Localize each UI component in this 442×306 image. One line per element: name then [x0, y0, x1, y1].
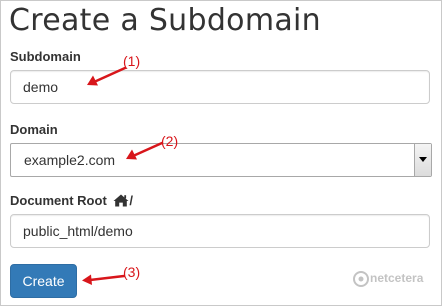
netcetera-logo-icon: netcetera	[353, 269, 437, 289]
annotation-step-3: (3)	[123, 264, 141, 280]
watermark-text: netcetera	[370, 271, 424, 285]
document-root-label: Document Root /	[10, 193, 133, 210]
document-root-label-text: Document Root	[10, 193, 107, 208]
create-button[interactable]: Create	[10, 264, 77, 298]
home-icon	[113, 194, 129, 210]
red-arrow-icon	[126, 141, 164, 160]
page-title: Create a Subdomain	[9, 3, 321, 38]
create-subdomain-panel: Create a Subdomain Subdomain demo Domain…	[0, 0, 442, 306]
document-root-label-suffix: /	[129, 193, 134, 208]
annotation-step-1: (1)	[123, 53, 141, 69]
chevron-down-icon[interactable]	[414, 144, 431, 176]
domain-select[interactable]: example2.com	[10, 143, 432, 177]
document-root-input-value: public_html/demo	[23, 223, 133, 239]
red-arrow-icon	[82, 274, 126, 285]
subdomain-input[interactable]: demo	[10, 70, 430, 104]
domain-label: Domain	[10, 122, 58, 137]
annotation-step-2: (2)	[161, 133, 179, 149]
subdomain-input-value: demo	[23, 79, 59, 95]
subdomain-label: Subdomain	[10, 49, 81, 64]
red-arrow-icon	[87, 66, 127, 86]
document-root-input[interactable]: public_html/demo	[10, 214, 430, 248]
domain-select-value: example2.com	[24, 152, 116, 168]
